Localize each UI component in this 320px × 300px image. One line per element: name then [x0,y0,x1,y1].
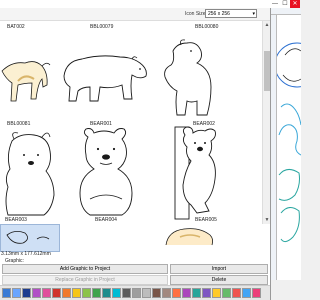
bear-walking-icon [63,55,147,102]
library-toolbar: Icon Size: 256 x 256 ▾ [0,8,270,21]
color-swatch[interactable] [132,288,141,298]
color-swatch[interactable] [182,288,191,298]
color-swatch[interactable] [212,288,221,298]
graphic-label-bear003: BEAR003 [5,217,27,223]
color-swatch[interactable] [32,288,41,298]
color-swatch[interactable] [162,288,171,298]
graphics-grid: BAT002 BBL00079 BBL00080 BBL00081 BEAR00… [0,21,262,223]
color-swatch[interactable] [122,288,131,298]
color-swatch[interactable] [42,288,51,298]
design-canvas-panel [270,8,301,300]
delete-button[interactable]: Delete [170,275,268,285]
horizontal-ruler [271,8,301,15]
bear-standing-icon [164,39,212,116]
graphic-tile-bear002[interactable]: BEAR002 [155,121,260,221]
import-button[interactable]: Import [170,264,268,274]
color-swatch[interactable] [62,288,71,298]
selection-size-text: 3.13mm x 177.612mm [1,251,51,257]
color-swatch[interactable] [92,288,101,298]
koala-icon [174,126,216,220]
graphic-tile-bbl00080[interactable]: BBL00080 [155,21,260,116]
color-swatch[interactable] [112,288,121,298]
canvas-status-area [271,280,301,300]
color-swatch[interactable] [152,288,161,298]
color-swatch[interactable] [172,288,181,298]
color-swatch[interactable] [232,288,241,298]
color-swatch[interactable] [222,288,231,298]
bear-design-preview [277,42,301,243]
color-swatch[interactable] [22,288,31,298]
app-window: — ☐ ✕ Icon Size: 256 x 256 ▾ BAT002 BBL0… [0,0,301,300]
graphic-tile-partial[interactable] [160,225,220,247]
graphic-tile-bbl00079[interactable]: BBL00079 [60,21,152,116]
icon-size-value: 256 x 256 [208,11,230,17]
maximize-button[interactable]: ☐ [280,0,290,8]
minimize-button[interactable]: — [270,0,280,8]
chevron-down-icon: ▾ [252,11,255,17]
color-swatch[interactable] [202,288,211,298]
color-swatch[interactable] [252,288,261,298]
color-palette [0,285,270,300]
graphic-tile-bbl00081[interactable]: BBL00081 [0,121,58,221]
graphic-label-bear004: BEAR004 [95,217,117,223]
graphic-tile-bear001[interactable]: BEAR001 [60,121,152,221]
color-swatch[interactable] [2,288,11,298]
grid-scrollbar[interactable]: ▲ ▼ [262,21,270,224]
bear-head-icon [165,228,214,246]
color-swatch[interactable] [102,288,111,298]
bear-sitting-icon [79,128,133,216]
design-canvas[interactable] [277,15,301,280]
color-swatch[interactable] [52,288,61,298]
graphic-tile-bat002[interactable]: BAT002 [0,21,55,116]
bear-outline-icon [6,231,50,244]
graphic-label-bear005: BEAR005 [195,217,217,223]
replace-graphic-button[interactable]: Replace Graphic in Project [2,275,168,285]
icon-size-label: Icon Size: [185,11,207,17]
color-swatch[interactable] [192,288,201,298]
add-graphic-button[interactable]: Add Graphic to Project [2,264,168,274]
color-swatch[interactable] [72,288,81,298]
bear-walking-icon [1,61,51,102]
close-button[interactable]: ✕ [290,0,300,8]
color-swatch[interactable] [82,288,91,298]
icon-size-dropdown[interactable]: 256 x 256 ▾ [205,9,257,18]
graphic-tile-selected[interactable] [0,224,60,252]
title-bar: — ☐ ✕ [0,0,300,8]
color-swatch[interactable] [242,288,251,298]
color-swatch[interactable] [142,288,151,298]
bear-standing-icon [5,132,55,216]
color-swatch[interactable] [12,288,21,298]
